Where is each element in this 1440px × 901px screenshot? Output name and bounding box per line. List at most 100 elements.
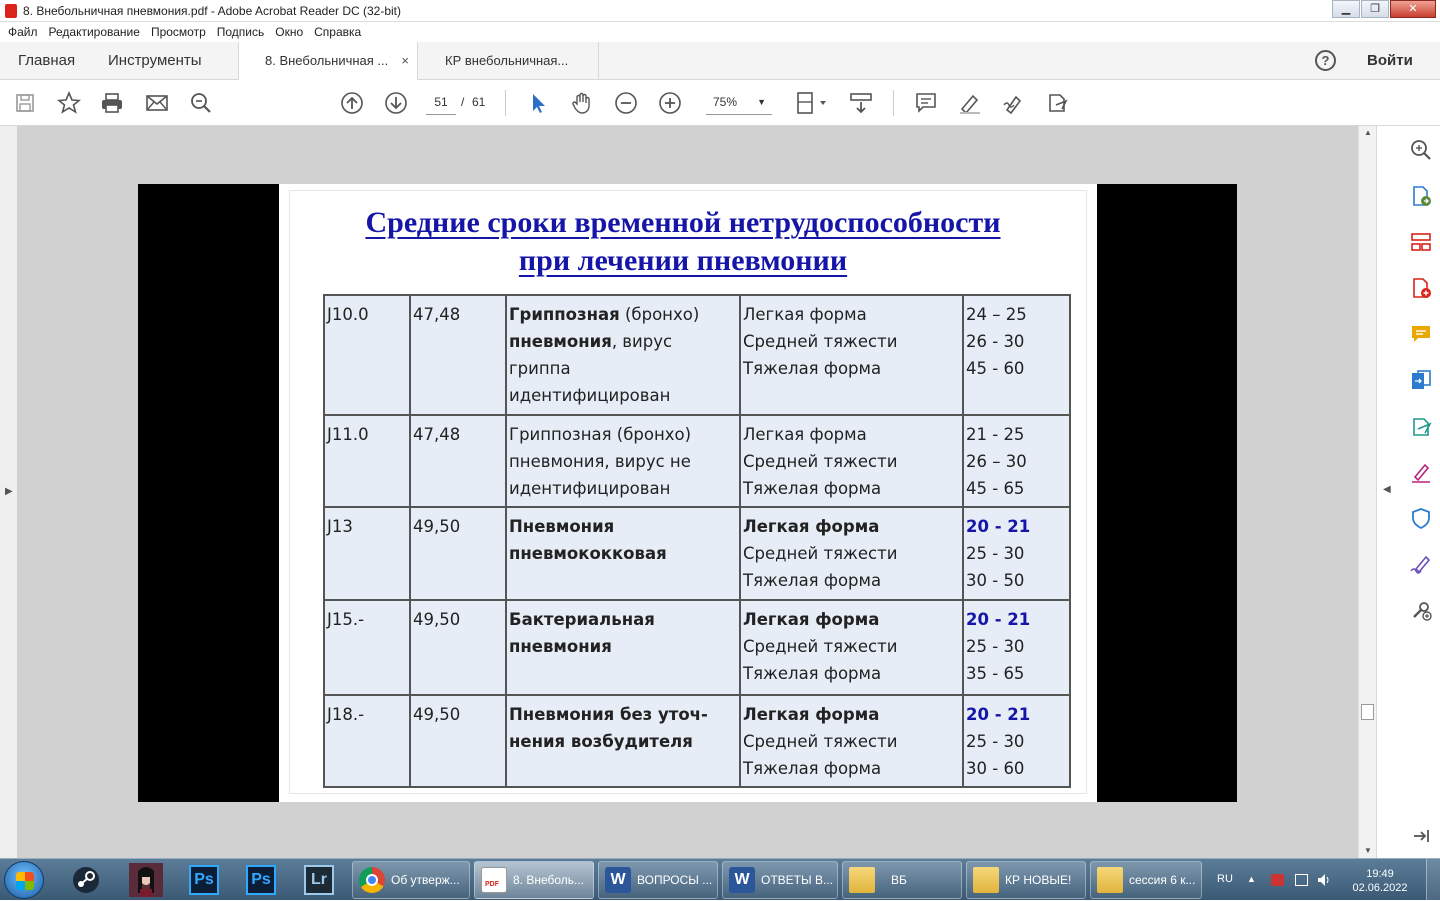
send-review-icon[interactable] xyxy=(1409,414,1433,438)
save-icon[interactable] xyxy=(12,90,38,116)
scroll-up-icon[interactable]: ▲ xyxy=(1364,128,1372,137)
scrollbar-thumb[interactable] xyxy=(1361,704,1374,720)
table-cell-code: J13 xyxy=(323,506,411,601)
term-text: 20 - 21 xyxy=(966,610,1031,629)
select-cursor-icon[interactable] xyxy=(525,90,551,116)
table-cell-terms: 21 - 25 26 – 30 45 - 65 xyxy=(962,414,1071,508)
folder-icon xyxy=(973,867,999,893)
zoom-out-icon[interactable] xyxy=(613,90,639,116)
zoom-select[interactable]: 75% ▼ xyxy=(706,89,772,115)
collapse-pane-icon[interactable]: ◀ xyxy=(1383,484,1391,495)
diagnosis-text: , вирус xyxy=(611,332,673,351)
page-number-input[interactable]: 51 xyxy=(426,89,456,115)
show-desktop-button[interactable] xyxy=(1426,859,1440,901)
share-icon[interactable] xyxy=(1045,90,1071,116)
signin-button[interactable]: Войти xyxy=(1367,52,1413,69)
network-error-icon[interactable] xyxy=(1271,874,1284,886)
window-titlebar: 8. Внебольничная пневмония.pdf - Adobe A… xyxy=(0,0,1440,22)
prev-page-icon[interactable] xyxy=(339,90,365,116)
sign-icon[interactable] xyxy=(1001,90,1027,116)
tab-close-icon[interactable]: × xyxy=(401,42,409,80)
sick-leave-table: J10.0 47,48 Гриппозная (бронхо) пневмони… xyxy=(323,294,1071,788)
start-button[interactable] xyxy=(4,861,44,899)
taskbar-item-folder-2[interactable]: КР НОВЫЕ! xyxy=(966,861,1086,899)
lightroom-icon[interactable]: Lr xyxy=(295,862,343,898)
term-text: 26 - 30 xyxy=(966,332,1025,351)
page-fit-icon[interactable] xyxy=(795,90,829,116)
comment-icon[interactable] xyxy=(913,90,939,116)
collapse-panel-icon[interactable] xyxy=(1409,824,1433,848)
menu-file[interactable]: Файл xyxy=(8,25,38,39)
term-text: 25 - 30 xyxy=(966,544,1025,563)
display-icon[interactable] xyxy=(1295,874,1308,886)
photoshop-icon[interactable]: Ps xyxy=(180,862,228,898)
folder-icon xyxy=(849,867,875,893)
volume-icon[interactable] xyxy=(1318,874,1331,886)
form-text: Средней тяжести xyxy=(743,332,898,351)
create-pdf-icon[interactable] xyxy=(1409,276,1433,300)
next-page-icon[interactable] xyxy=(383,90,409,116)
form-text: Тяжелая форма xyxy=(743,359,882,378)
taskbar-item-word-2[interactable]: W ОТВЕТЫ В... xyxy=(722,861,838,899)
bookmark-star-icon[interactable] xyxy=(56,90,82,116)
taskbar-item-word-1[interactable]: W ВОПРОСЫ ... xyxy=(598,861,718,899)
print-icon[interactable] xyxy=(99,90,125,116)
menu-view[interactable]: Просмотр xyxy=(151,25,206,39)
pdf-icon: PDF xyxy=(481,867,507,893)
taskbar-item-chrome[interactable]: Об утверж... xyxy=(352,861,470,899)
tab-document-2[interactable]: КР внебольничная... xyxy=(419,42,599,80)
left-nav-pane[interactable]: ▶ xyxy=(0,126,18,858)
lightroom-icon-label: Lr xyxy=(304,865,334,895)
protect-icon[interactable] xyxy=(1409,506,1433,530)
tray-expand-icon[interactable]: ▲ xyxy=(1247,874,1260,886)
tab-bar: Главная Инструменты 8. Внебольничная ...… xyxy=(0,42,1440,80)
table-cell-code: J11.0 xyxy=(323,414,411,508)
taskbar-item-folder-3[interactable]: сессия 6 к... xyxy=(1090,861,1202,899)
taskbar-item-acrobat[interactable]: PDF 8. Внеболь... xyxy=(474,861,594,899)
table-cell-terms: 24 – 25 26 - 30 45 - 60 xyxy=(962,294,1071,416)
organize-pages-icon[interactable] xyxy=(1409,230,1433,254)
diagnosis-text: пневмония, вирус не xyxy=(509,452,691,471)
clock-time: 19:49 xyxy=(1366,868,1394,880)
photoshop-icon[interactable]: Ps xyxy=(237,862,285,898)
close-button[interactable]: ✕ xyxy=(1390,0,1436,18)
scroll-mode-icon[interactable] xyxy=(848,90,874,116)
more-tools-icon[interactable] xyxy=(1409,598,1433,622)
email-icon[interactable] xyxy=(144,90,170,116)
taskbar-item-folder-1[interactable]: ВБ xyxy=(842,861,962,899)
tab-tools[interactable]: Инструменты xyxy=(108,42,202,80)
clock[interactable]: 19:49 02.06.2022 xyxy=(1350,867,1410,895)
zoom-in-icon[interactable] xyxy=(657,90,683,116)
term-text: 45 - 65 xyxy=(966,479,1025,498)
maximize-button[interactable]: ❐ xyxy=(1361,0,1389,18)
table-cell-price: 47,48 xyxy=(409,294,507,416)
vertical-scrollbar[interactable]: ▲ ▼ xyxy=(1358,126,1376,858)
highlight-icon[interactable] xyxy=(957,90,983,116)
sign-pen-icon[interactable] xyxy=(1409,552,1433,576)
zoom-search-icon[interactable] xyxy=(1409,138,1433,162)
expand-pane-icon[interactable]: ▶ xyxy=(5,486,13,497)
fill-sign-icon[interactable] xyxy=(1409,460,1433,484)
menu-edit[interactable]: Редактирование xyxy=(49,25,140,39)
photoshop-icon-label: Ps xyxy=(189,865,219,895)
comment-tool-icon[interactable] xyxy=(1409,322,1433,346)
chevron-down-icon: ▼ xyxy=(757,97,766,107)
search-zoom-icon[interactable] xyxy=(188,90,214,116)
game-avatar-icon[interactable] xyxy=(122,862,170,898)
menu-window[interactable]: Окно xyxy=(275,25,303,39)
export-pdf-icon[interactable] xyxy=(1409,184,1433,208)
scroll-down-icon[interactable]: ▼ xyxy=(1364,846,1372,855)
table-cell-diagnosis: Бактериальная пневмония xyxy=(505,599,741,696)
minimize-button[interactable]: ▁ xyxy=(1332,0,1360,18)
form-text: Средней тяжести xyxy=(743,452,898,471)
language-indicator[interactable]: RU xyxy=(1217,873,1233,885)
combine-files-icon[interactable] xyxy=(1409,368,1433,392)
menu-help[interactable]: Справка xyxy=(314,25,361,39)
steam-icon[interactable] xyxy=(62,862,110,898)
tab-document-active[interactable]: 8. Внебольничная ... × xyxy=(238,42,418,80)
diagnosis-text: Гриппозная xyxy=(509,305,620,324)
help-icon[interactable]: ? xyxy=(1315,50,1336,71)
hand-icon[interactable] xyxy=(569,90,595,116)
menu-sign[interactable]: Подпись xyxy=(217,25,265,39)
tab-home[interactable]: Главная xyxy=(18,42,75,80)
